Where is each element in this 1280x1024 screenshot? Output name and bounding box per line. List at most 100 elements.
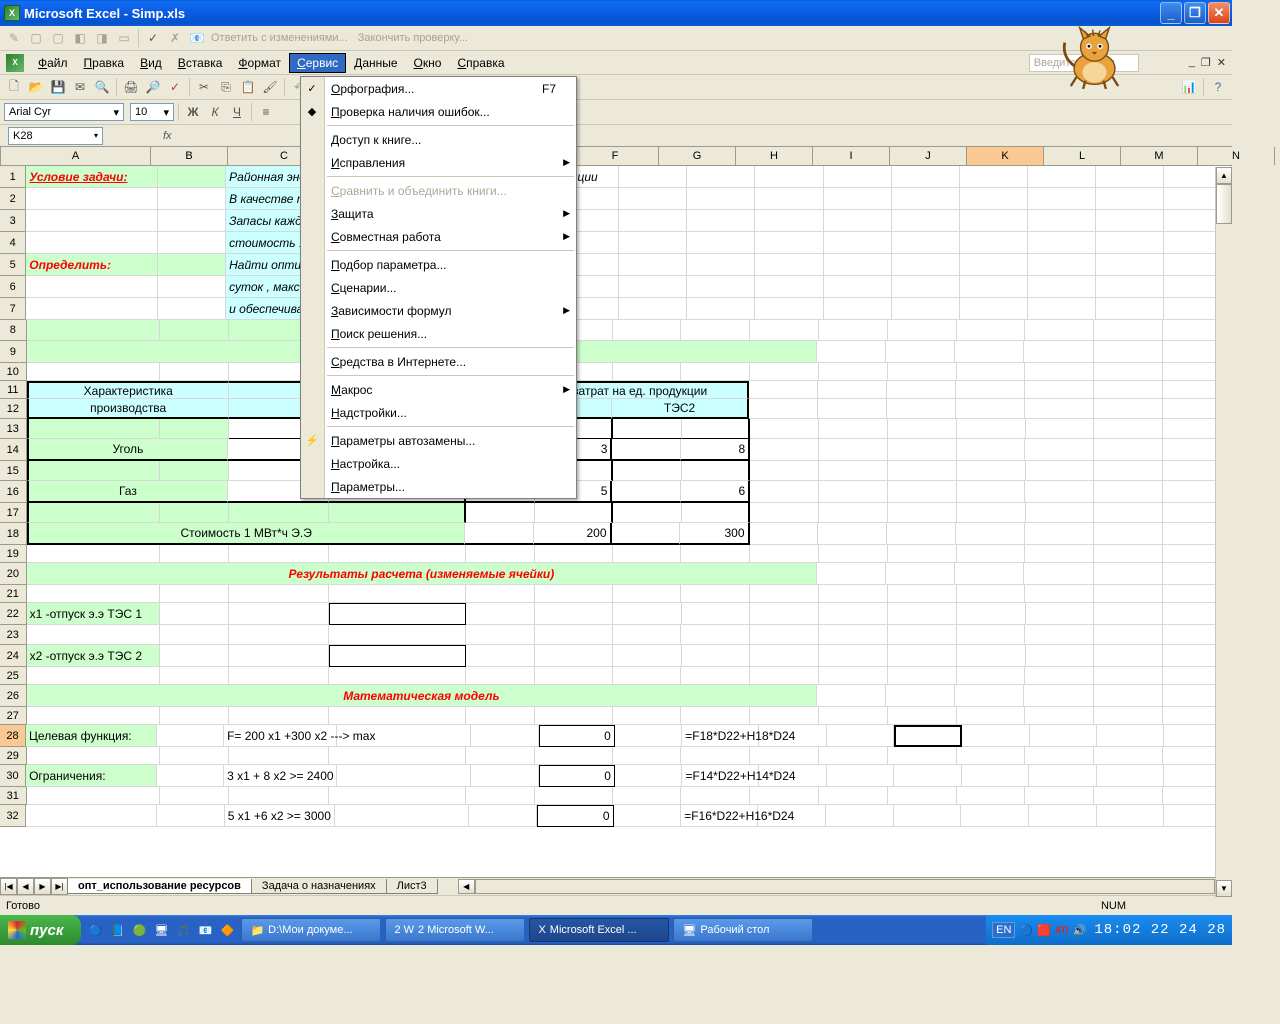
- cell-G30[interactable]: [615, 765, 683, 787]
- cell-L20[interactable]: [955, 563, 1024, 585]
- cell-I8[interactable]: [750, 320, 819, 341]
- cell-C17[interactable]: [229, 503, 330, 523]
- menu-item[interactable]: Подбор параметра...: [301, 253, 576, 276]
- cell-D25[interactable]: [329, 667, 466, 685]
- cell-L15[interactable]: [957, 461, 1026, 481]
- close-button[interactable]: ✕: [1208, 2, 1230, 24]
- cell-M29[interactable]: [1025, 747, 1094, 765]
- cell-C32[interactable]: 5 x1 +6 x2 >= 3000: [225, 805, 335, 827]
- cell-M22[interactable]: [1026, 603, 1095, 625]
- menu-item[interactable]: Поиск решения...: [301, 322, 576, 345]
- cell-A1[interactable]: Условие задачи:: [26, 166, 158, 188]
- cell-D17[interactable]: [329, 503, 466, 523]
- cell-L11[interactable]: [956, 381, 1025, 399]
- row-header[interactable]: 25: [0, 667, 27, 685]
- cell-G14[interactable]: [612, 439, 681, 461]
- cell-J18[interactable]: [818, 523, 887, 545]
- row-header[interactable]: 13: [0, 419, 27, 439]
- menu-Формат[interactable]: Формат: [230, 53, 289, 73]
- cell-F23[interactable]: [535, 625, 613, 645]
- col-header-I[interactable]: I: [813, 147, 890, 165]
- cell-B2[interactable]: [158, 188, 226, 210]
- cell-J8[interactable]: [819, 320, 888, 341]
- cell-G12[interactable]: ТЭС2: [612, 399, 749, 419]
- tool-icon[interactable]: ✗: [165, 28, 185, 48]
- cell-H15[interactable]: [682, 461, 751, 481]
- cell-J24[interactable]: [819, 645, 888, 667]
- cell-C29[interactable]: [229, 747, 330, 765]
- cell-I17[interactable]: [750, 503, 819, 523]
- cell-G24[interactable]: [613, 645, 682, 667]
- align-left-icon[interactable]: ≡: [256, 102, 276, 122]
- cell-E23[interactable]: [466, 625, 535, 645]
- cell-E19[interactable]: [466, 545, 535, 563]
- scroll-up-button[interactable]: ▲: [1216, 167, 1232, 184]
- cell-G5[interactable]: [619, 254, 687, 276]
- menu-item[interactable]: Настройка...: [301, 452, 576, 475]
- cell-J14[interactable]: [819, 439, 888, 461]
- cell-E32[interactable]: [469, 805, 537, 827]
- cell-B10[interactable]: [160, 363, 229, 381]
- cell-M27[interactable]: [1025, 707, 1094, 725]
- cell-F29[interactable]: [535, 747, 613, 765]
- row-header[interactable]: 17: [0, 503, 27, 523]
- cell-K32[interactable]: [894, 805, 962, 827]
- cell-M17[interactable]: [1026, 503, 1095, 523]
- ql-icon[interactable]: 📘: [107, 919, 127, 941]
- cell-B25[interactable]: [160, 667, 229, 685]
- cell-N15[interactable]: [1094, 461, 1163, 481]
- cell-E27[interactable]: [466, 707, 535, 725]
- cell-K22[interactable]: [888, 603, 957, 625]
- cell-N18[interactable]: [1094, 523, 1163, 545]
- cell-K17[interactable]: [888, 503, 957, 523]
- menu-item[interactable]: Макрос▶: [301, 378, 576, 401]
- cell-I32[interactable]: [758, 805, 826, 827]
- cell-N21[interactable]: [1094, 585, 1163, 603]
- cell-N20[interactable]: [1094, 563, 1163, 585]
- cell-A32[interactable]: [26, 805, 157, 827]
- doc-minimize-button[interactable]: _: [1189, 56, 1195, 69]
- cell-N13[interactable]: [1094, 419, 1163, 439]
- cell-G21[interactable]: [613, 585, 682, 603]
- tool-icon[interactable]: 📧: [187, 28, 207, 48]
- cell-L7[interactable]: [960, 298, 1028, 320]
- cell-B23[interactable]: [160, 625, 229, 645]
- cell-H24[interactable]: [682, 645, 751, 667]
- cell-K10[interactable]: [888, 363, 957, 381]
- cell-J2[interactable]: [824, 188, 892, 210]
- cell-L2[interactable]: [960, 188, 1028, 210]
- cell-G3[interactable]: [619, 210, 687, 232]
- font-size-combo[interactable]: 10▾: [130, 103, 174, 121]
- cell-H4[interactable]: [687, 232, 755, 254]
- cell-I15[interactable]: [750, 461, 819, 481]
- cell-M31[interactable]: [1025, 787, 1094, 805]
- cell-A25[interactable]: [27, 667, 160, 685]
- cell-L25[interactable]: [957, 667, 1026, 685]
- tool-icon[interactable]: ◨: [92, 28, 112, 48]
- row-header[interactable]: 18: [0, 523, 27, 545]
- cell-I29[interactable]: [750, 747, 819, 765]
- cell-K31[interactable]: [888, 787, 957, 805]
- cell-B21[interactable]: [160, 585, 229, 603]
- cell-I11[interactable]: [749, 381, 818, 399]
- cell-F27[interactable]: [535, 707, 613, 725]
- cell-L23[interactable]: [957, 625, 1026, 645]
- cell-D21[interactable]: [329, 585, 466, 603]
- cell-N10[interactable]: [1094, 363, 1163, 381]
- tool-icon[interactable]: ▭: [114, 28, 134, 48]
- cell-K26[interactable]: [886, 685, 955, 707]
- cell-B15[interactable]: [160, 461, 229, 481]
- cell-M30[interactable]: [1029, 765, 1097, 787]
- cell-B5[interactable]: [158, 254, 226, 276]
- format-painter-icon[interactable]: 🖌: [260, 77, 280, 97]
- taskbar-task[interactable]: 🖥Рабочий стол: [673, 918, 813, 942]
- cell-J30[interactable]: [827, 765, 895, 787]
- cell-F31[interactable]: [535, 787, 613, 805]
- cell-F28[interactable]: 0: [539, 725, 615, 747]
- cell-J1[interactable]: [824, 166, 892, 188]
- cell-K29[interactable]: [888, 747, 957, 765]
- cell-M2[interactable]: [1028, 188, 1096, 210]
- cell-K21[interactable]: [888, 585, 957, 603]
- cell-H1[interactable]: [687, 166, 755, 188]
- cell-D30[interactable]: [337, 765, 471, 787]
